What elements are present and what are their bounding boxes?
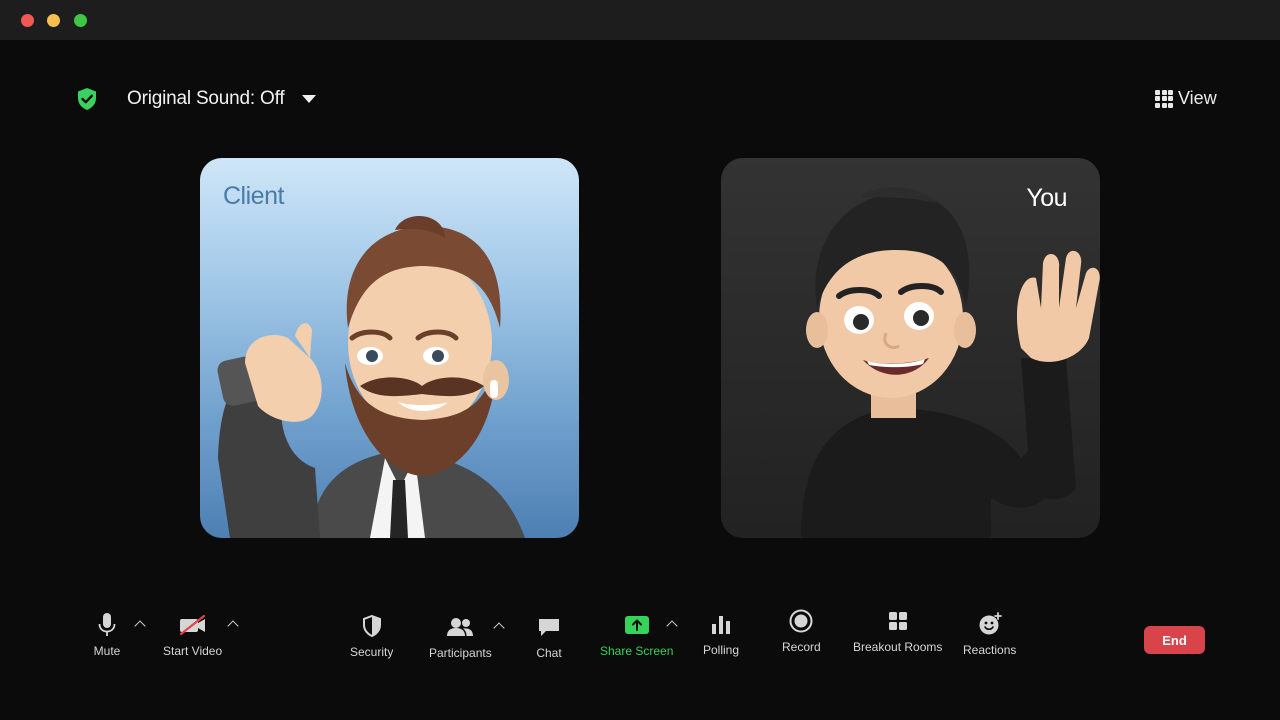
close-window-button[interactable] <box>21 14 34 27</box>
record-icon <box>789 609 813 633</box>
polling-button[interactable]: Polling <box>703 609 739 657</box>
video-tile-you[interactable]: You <box>721 158 1100 538</box>
grid-icon <box>1155 89 1173 108</box>
start-video-button[interactable]: Start Video <box>163 610 222 658</box>
polling-label: Polling <box>703 643 740 657</box>
view-button[interactable]: View <box>1155 88 1217 109</box>
original-sound-label: Original Sound: Off <box>127 88 285 109</box>
participants-label: Participants <box>429 646 492 660</box>
security-label: Security <box>350 645 394 659</box>
participants-button[interactable]: Participants <box>429 612 492 660</box>
mute-label: Mute <box>93 644 121 658</box>
polling-icon <box>712 616 731 634</box>
chat-button[interactable]: Chat <box>534 612 564 660</box>
end-meeting-button[interactable]: End <box>1144 626 1205 654</box>
share-screen-icon <box>624 616 649 634</box>
record-label: Record <box>782 640 821 654</box>
video-tile-client[interactable]: Client <box>200 158 579 538</box>
breakout-rooms-label: Breakout Rooms <box>853 640 943 654</box>
record-button[interactable]: Record <box>782 606 821 654</box>
chat-icon <box>539 619 559 636</box>
reactions-icon <box>979 612 1002 635</box>
breakout-rooms-button[interactable]: Breakout Rooms <box>853 606 942 654</box>
security-button[interactable]: Security <box>350 611 393 659</box>
video-off-icon <box>179 614 205 636</box>
share-screen-button[interactable]: Share Screen <box>600 610 673 658</box>
window-titlebar <box>0 0 1280 40</box>
reactions-button[interactable]: Reactions <box>963 609 1016 657</box>
microphone-icon <box>98 613 116 636</box>
start-video-label: Start Video <box>163 644 223 658</box>
client-avatar <box>217 216 525 538</box>
participants-icon <box>447 618 474 636</box>
breakout-rooms-icon <box>888 612 907 630</box>
mute-button[interactable]: Mute <box>92 610 122 658</box>
share-screen-label: Share Screen <box>600 644 674 658</box>
chat-label: Chat <box>536 646 562 660</box>
original-sound-toggle[interactable]: Original Sound: Off <box>76 86 317 112</box>
security-shield-icon <box>362 614 381 638</box>
maximize-window-button[interactable] <box>74 14 87 27</box>
you-avatar <box>801 187 1100 538</box>
participant-name-you: You <box>1026 184 1067 212</box>
minimize-window-button[interactable] <box>47 14 60 27</box>
reactions-label: Reactions <box>963 643 1017 657</box>
view-label: View <box>1178 88 1217 108</box>
caret-down-icon[interactable] <box>302 95 317 103</box>
participant-name-client: Client <box>223 182 284 210</box>
shield-check-icon <box>78 88 96 110</box>
